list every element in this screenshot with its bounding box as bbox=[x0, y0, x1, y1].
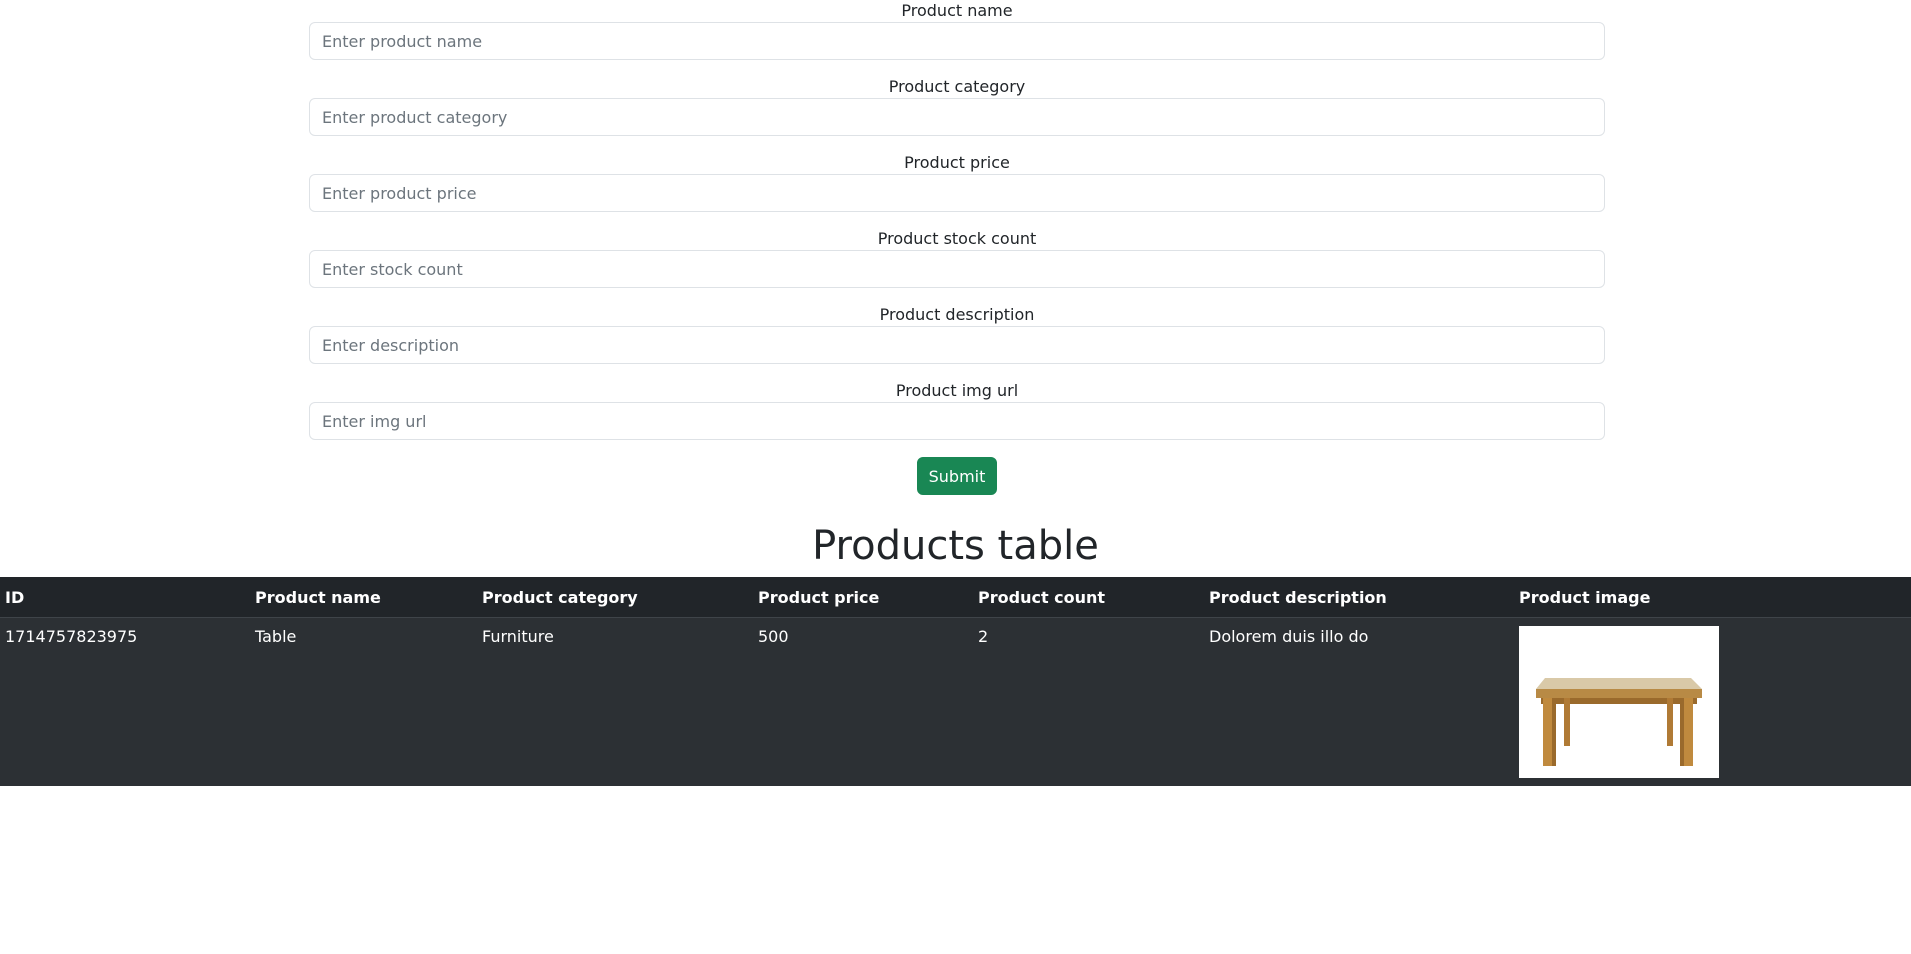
field-product-description: Product description bbox=[309, 304, 1605, 364]
column-header-id: ID bbox=[0, 577, 250, 618]
column-header-product-price: Product price bbox=[753, 577, 973, 618]
cell-product-image bbox=[1514, 618, 1911, 787]
product-name-input[interactable] bbox=[309, 22, 1605, 60]
product-img-url-label: Product img url bbox=[895, 381, 1019, 400]
cell-product-category: Furniture bbox=[482, 627, 554, 646]
field-product-img-url: Product img url bbox=[309, 380, 1605, 440]
products-table-title: Products table bbox=[812, 523, 1099, 569]
product-description-label: Product description bbox=[879, 305, 1035, 324]
products-table: ID Product name Product category Product… bbox=[0, 577, 1911, 786]
product-category-input[interactable] bbox=[309, 98, 1605, 136]
product-img-url-input[interactable] bbox=[309, 402, 1605, 440]
table-row: 1714757823975 Table Furniture 500 2 Dolo… bbox=[0, 618, 1911, 787]
submit-button[interactable]: Submit bbox=[916, 457, 998, 495]
field-product-stock-count: Product stock count bbox=[309, 228, 1605, 288]
product-stock-count-label: Product stock count bbox=[877, 229, 1037, 248]
column-header-product-image: Product image bbox=[1514, 577, 1911, 618]
column-header-product-category: Product category bbox=[477, 577, 753, 618]
field-product-name: Product name bbox=[309, 0, 1605, 60]
cell-product-count: 2 bbox=[978, 627, 989, 646]
product-form: Product name Product category Product pr… bbox=[309, 0, 1605, 495]
product-description-input[interactable] bbox=[309, 326, 1605, 364]
product-price-input[interactable] bbox=[309, 174, 1605, 212]
column-header-product-count: Product count bbox=[973, 577, 1204, 618]
field-product-category: Product category bbox=[309, 76, 1605, 136]
product-name-label: Product name bbox=[901, 1, 1013, 20]
column-header-product-name: Product name bbox=[250, 577, 477, 618]
submit-row: Submit bbox=[309, 457, 1605, 495]
product-stock-count-input[interactable] bbox=[309, 250, 1605, 288]
column-header-product-description: Product description bbox=[1204, 577, 1514, 618]
wooden-table-image bbox=[1519, 626, 1719, 778]
cell-product-name: Table bbox=[255, 627, 297, 646]
product-category-label: Product category bbox=[888, 77, 1026, 96]
cell-product-price: 500 bbox=[758, 627, 789, 646]
cell-id: 1714757823975 bbox=[5, 627, 138, 646]
field-product-price: Product price bbox=[309, 152, 1605, 212]
cell-product-description: Dolorem duis illo do bbox=[1209, 627, 1369, 646]
product-price-label: Product price bbox=[904, 153, 1010, 172]
table-header-row: ID Product name Product category Product… bbox=[0, 577, 1911, 618]
